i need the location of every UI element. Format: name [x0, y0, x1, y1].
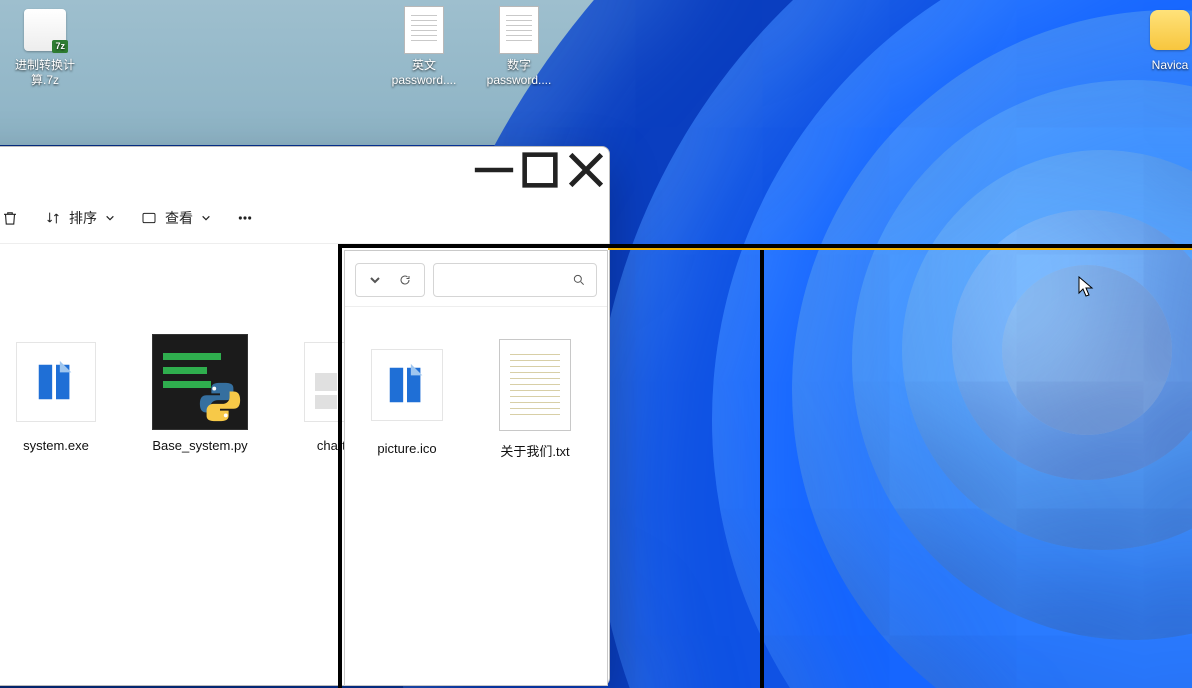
explorer-window-2[interactable]: picture.ico 关于我们.txt [344, 250, 608, 686]
desktop-icon-label: 进制转换计算.7z [5, 58, 85, 88]
file-item-ico[interactable]: picture.ico [357, 337, 457, 456]
desktop-icon-label: 数字password.... [479, 58, 559, 88]
sort-icon [45, 210, 61, 226]
search-box[interactable] [433, 263, 597, 297]
navicat-icon [1150, 10, 1190, 50]
python-file-icon [152, 334, 248, 430]
desktop-icon-label: 英文password.... [384, 58, 464, 88]
file-area[interactable]: picture.ico 关于我们.txt [345, 307, 607, 490]
trash-icon [1, 209, 19, 227]
search-icon [572, 273, 586, 287]
text-file-icon [499, 6, 539, 54]
desktop-icon-7z[interactable]: 进制转换计算.7z [5, 6, 85, 88]
text-file-icon [499, 339, 571, 431]
file-item-exe[interactable]: system.exe [1, 334, 111, 455]
delete-button[interactable] [1, 209, 19, 227]
view-button[interactable]: 查看 [141, 208, 211, 228]
file-label: 关于我们.txt [500, 441, 569, 460]
exe-icon [16, 342, 96, 422]
file-label: system.exe [23, 438, 89, 455]
desktop-icon-txt-num[interactable]: 数字password.... [479, 6, 559, 88]
titlebar[interactable] [0, 147, 609, 192]
desktop-icon-navicat[interactable]: Navica [1140, 6, 1192, 73]
desktop-icon-txt-en[interactable]: 英文password.... [384, 6, 464, 88]
minimize-icon [471, 147, 517, 193]
chevron-down-icon [201, 213, 211, 223]
archive-icon [24, 9, 66, 51]
file-item-py[interactable]: Base_system.py [145, 334, 255, 455]
text-file-icon [404, 6, 444, 54]
desktop-icon-label: Navica [1152, 58, 1189, 73]
desktop[interactable]: 进制转换计算.7z 英文password.... 数字password.... … [0, 0, 1192, 688]
file-label: Base_system.py [152, 438, 247, 455]
view-icon [141, 210, 157, 226]
sort-button[interactable]: 排序 [45, 208, 115, 228]
view-label: 查看 [165, 208, 193, 228]
chevron-down-icon [105, 213, 115, 223]
explorer-toolbar: 排序 查看 [0, 192, 609, 244]
sort-label: 排序 [69, 208, 97, 228]
ico-file-icon [371, 349, 443, 421]
maximize-icon [517, 147, 563, 193]
close-button[interactable] [563, 147, 609, 192]
history-dropdown[interactable] [355, 263, 425, 297]
more-button[interactable] [237, 210, 253, 226]
refresh-icon [399, 274, 411, 286]
minimize-button[interactable] [471, 147, 517, 192]
file-item-txt[interactable]: 关于我们.txt [485, 337, 585, 460]
close-icon [563, 147, 609, 193]
address-row [345, 251, 607, 307]
file-label: picture.ico [377, 441, 436, 456]
maximize-button[interactable] [517, 147, 563, 192]
ellipsis-icon [237, 210, 253, 226]
chevron-down-icon [369, 274, 381, 286]
